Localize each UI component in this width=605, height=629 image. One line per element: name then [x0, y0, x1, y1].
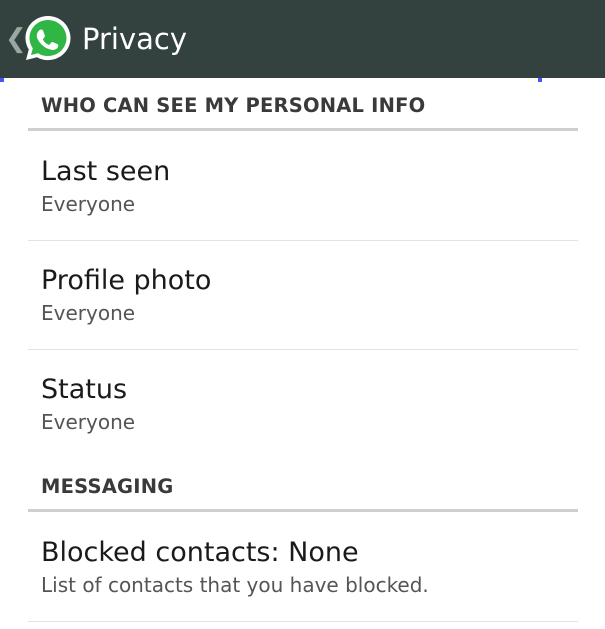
- pref-blocked-contacts[interactable]: Blocked contacts: None List of contacts …: [28, 512, 578, 622]
- pref-title: Blocked contacts: None: [41, 537, 359, 568]
- pref-summary: List of contacts that you have blocked.: [41, 573, 429, 597]
- pref-last-seen[interactable]: Last seen Everyone: [28, 131, 578, 241]
- section-header-messaging: MESSAGING: [28, 457, 578, 512]
- whatsapp-logo-icon[interactable]: [20, 10, 76, 66]
- pref-profile-photo[interactable]: Profile photo Everyone: [28, 241, 578, 350]
- pref-summary: Everyone: [41, 192, 136, 216]
- up-navigation[interactable]: ❮: [0, 14, 27, 64]
- section-header-personal-info: WHO CAN SEE MY PERSONAL INFO: [28, 78, 578, 131]
- pref-title: Profile photo: [41, 265, 212, 296]
- pref-status[interactable]: Status Everyone: [28, 350, 578, 457]
- pref-title: Status: [41, 374, 128, 405]
- preferences-list: WHO CAN SEE MY PERSONAL INFO Last seen E…: [0, 78, 605, 622]
- pref-summary: Everyone: [41, 301, 136, 325]
- pref-title: Last seen: [41, 156, 171, 187]
- pref-summary: Everyone: [41, 410, 136, 434]
- action-bar: ❮ Privacy: [0, 0, 605, 78]
- screen-title: Privacy: [82, 22, 187, 56]
